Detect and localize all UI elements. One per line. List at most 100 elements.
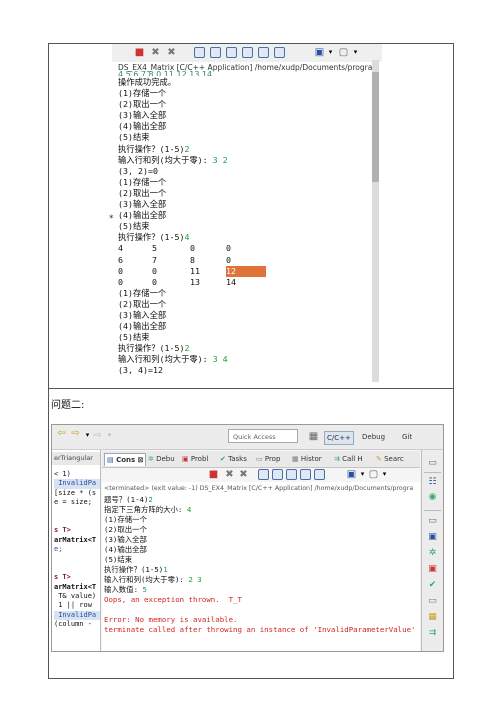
matrix-row: 0 0 13 14 [118,277,368,288]
matrix-cell: 13 [190,276,200,287]
display-console-icon[interactable]: ▣ [346,469,357,480]
chevron-down-icon[interactable]: ▾ [357,469,368,480]
history-icon: ▦ [292,455,299,463]
pin-console-icon[interactable] [314,469,325,480]
tab-search[interactable]: ✎ Searc [376,453,404,465]
clear-console-icon[interactable] [258,469,269,480]
word-wrap-icon[interactable] [286,469,297,480]
perspective-git[interactable]: Git [400,431,414,443]
restore-icon[interactable]: ▭ [427,458,438,469]
user-input: 3 2 [212,154,228,165]
code-line: e; [54,545,63,554]
outline-icon[interactable]: ☷ [427,477,438,488]
word-wrap-icon[interactable] [226,47,237,58]
chevron-down-icon[interactable]: ▾ [325,47,336,58]
include-browser-icon[interactable]: ◉ [427,492,438,503]
console-line: (1)存储一个 [118,88,167,99]
remove-all-icon[interactable]: ✖ [166,47,177,58]
matrix-cell: 12 [226,265,266,277]
console-line: 题号？(1-4)2 [104,495,153,504]
debug-icon[interactable]: ✲ [427,548,438,559]
scrollbar-thumb[interactable] [372,72,379,182]
console-line: 操作成功完成。 [118,77,177,87]
console-icon[interactable]: ▣ [427,532,438,543]
console-line: terminate called after throwing an insta… [104,625,416,634]
editor-pane: erTriangular < 1) InvalidPa [size * (s e =… [52,450,101,651]
user-input: 5 [142,585,147,594]
quick-access-input[interactable]: Quick Access [228,429,298,443]
console-line: (4)输出全部 [118,321,167,332]
show-on-output-icon[interactable] [300,469,311,480]
show-on-error-icon[interactable] [274,47,285,58]
user-input: 2 [148,495,153,504]
problems-icon[interactable]: ▣ [427,564,438,575]
remove-launch-icon[interactable]: ✖ [224,469,235,480]
back-icon[interactable]: ⇦ [56,428,67,439]
margin-marker: * [109,214,114,224]
console-output: <terminated> (exit value: -1) DS_EX4_Mat… [102,482,420,651]
chevron-down-icon[interactable]: ▾ [379,469,390,480]
console-line: (4)输出全部 [118,121,167,132]
console-line: 输入数值: 5 [104,585,147,594]
editor-tab[interactable]: erTriangular [52,452,100,465]
chevron-down-icon[interactable]: ▾ [350,47,361,58]
perspective-debug[interactable]: Debug [360,431,387,443]
clear-console-icon[interactable] [194,47,205,58]
console-line: 执行操作？(1-5)4 [118,232,190,243]
problems-icon: ▣ [182,455,189,463]
properties-icon[interactable]: ▭ [427,596,438,607]
terminate-icon[interactable]: ■ [134,47,145,58]
tab-debug[interactable]: ✲ Debu [148,453,175,465]
history-icon[interactable]: ▦ [427,612,438,623]
display-console-icon[interactable]: ▣ [314,47,325,58]
minimize-icon[interactable]: ▭ [427,516,438,527]
matrix-cell: 0 [226,243,231,254]
tab-problems[interactable]: ▣ Probl [182,453,208,465]
matrix-cell: 0 [190,243,195,254]
tab-properties[interactable]: ▭ Prop [256,453,280,465]
tab-history[interactable]: ▦ Histor [292,453,322,465]
console-line: (5)结束 [118,332,150,343]
remove-launch-icon[interactable]: ✖ [150,47,161,58]
code-line: arMatrix<T [54,582,97,591]
console-line: (4)输出全部 [118,210,167,221]
tab-call-hierarchy[interactable]: ⇉ Call H [334,453,363,465]
console-line: (4)输出全部 [104,545,147,554]
tasks-icon[interactable]: ✔ [427,580,438,591]
chevron-down-icon: ▾ [107,431,112,439]
terminate-icon[interactable]: ■ [208,469,219,480]
code-line: (column - [54,620,92,629]
show-on-output-icon[interactable] [242,47,253,58]
forward-icon[interactable]: ⇨ [70,428,81,439]
tab-console[interactable]: ▤ Cons ⊠ [104,453,147,466]
scroll-lock-icon[interactable] [210,47,221,58]
source-code: < 1) InvalidPa [size * (s e = size; s T> arM… [54,470,100,630]
console-line: (3)输入全部 [118,309,167,320]
console-line: (5)结束 [118,221,150,232]
open-console-icon[interactable]: ▢ [338,47,349,58]
remove-all-icon[interactable]: ✖ [238,469,249,480]
tasks-icon: ✔ [220,455,226,463]
console-line: 执行操作？(1-5)2 [118,343,190,354]
console-line: (5)结束 [118,132,150,143]
matrix-cell: 11 [190,265,200,276]
open-perspective-icon[interactable]: ▦ [308,431,319,442]
console-toolbar: ■ ✖ ✖ ▣ ▾ ▢ ▾ [112,44,382,62]
tab-tasks[interactable]: ✔ Tasks [220,453,247,465]
matrix-cell: 7 [152,254,157,265]
console-icon: ▤ [107,456,114,464]
scroll-lock-icon[interactable] [272,469,283,480]
console-line: 执行操作？(1-5)1 [104,565,168,574]
open-console-icon[interactable]: ▢ [368,469,379,480]
pin-console-icon[interactable] [258,47,269,58]
console-line: 执行操作？(1-5)2 [118,143,190,154]
view-tab-bar: ▤ Cons ⊠ ✲ Debu ▣ Probl ✔ Tasks ▭ Prop ▦… [102,451,420,468]
call-hierarchy-icon[interactable]: ⇉ [427,628,438,639]
code-line: InvalidPa [54,479,100,489]
console-line: (2)取出一个 [118,298,167,309]
terminated-label: <terminated> (exit value: -1) DS_EX4_Mat… [104,485,414,492]
perspective-cpp[interactable]: C/C++ [324,431,354,445]
